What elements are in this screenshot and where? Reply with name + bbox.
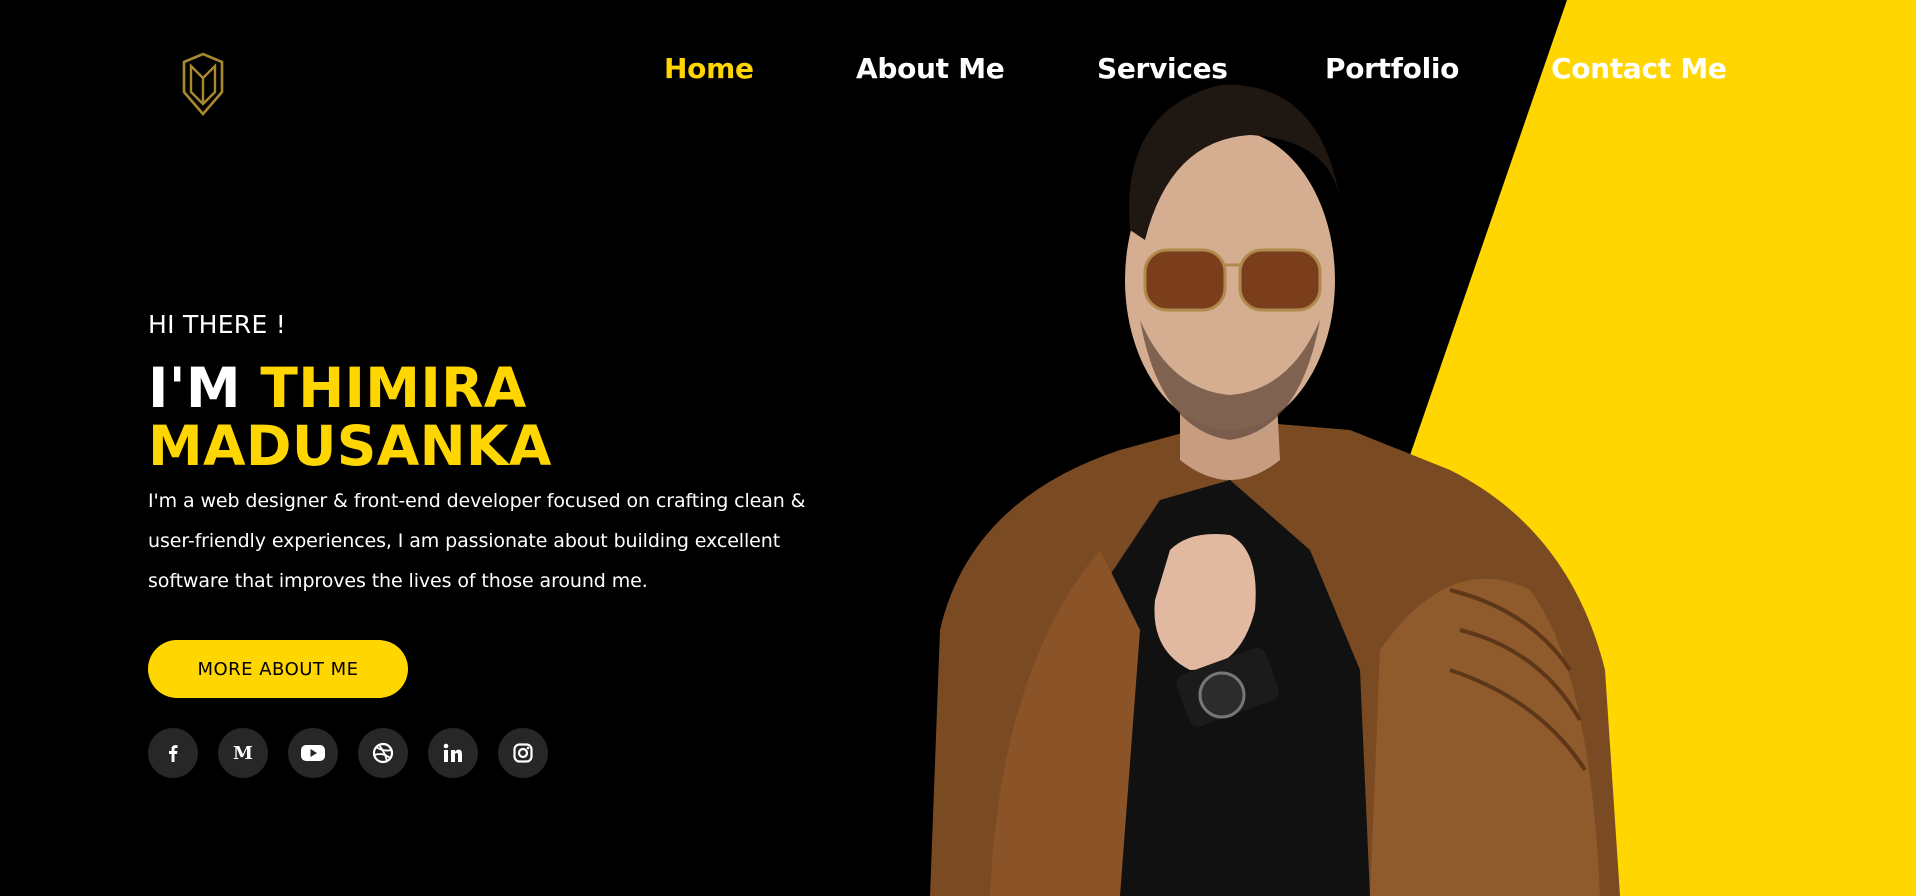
hero-description: I'm a web designer & front-end developer…	[148, 490, 806, 592]
social-links: M	[148, 728, 548, 778]
linkedin-link[interactable]	[428, 728, 478, 778]
more-about-me-button[interactable]: MORE ABOUT ME	[148, 640, 408, 698]
facebook-link[interactable]	[148, 728, 198, 778]
medium-link[interactable]: M	[218, 728, 268, 778]
svg-text:M: M	[233, 743, 253, 763]
nav-contact-me[interactable]: Contact Me	[1551, 52, 1727, 85]
hero-section: HI THERE ! I'M THIMIRA MADUSANKA I'm a w…	[148, 310, 805, 601]
youtube-link[interactable]	[288, 728, 338, 778]
facebook-icon	[169, 745, 178, 762]
nav-services[interactable]: Services	[1097, 52, 1228, 85]
linkedin-icon	[443, 743, 462, 762]
dribbble-link[interactable]	[358, 728, 408, 778]
portrait-image	[930, 84, 1620, 896]
nav-home[interactable]: Home	[664, 52, 754, 85]
monogram-logo-icon[interactable]	[178, 52, 228, 116]
dribbble-icon	[372, 742, 394, 764]
instagram-icon	[513, 743, 533, 763]
medium-icon: M	[233, 743, 253, 763]
youtube-icon	[301, 745, 325, 761]
hero-name-prefix: I'M	[148, 356, 261, 420]
nav-portfolio[interactable]: Portfolio	[1325, 52, 1459, 85]
hero-name: I'M THIMIRA MADUSANKA	[148, 359, 798, 475]
nav-about-me[interactable]: About Me	[856, 52, 1005, 85]
hero-greeting: HI THERE !	[148, 310, 287, 339]
instagram-link[interactable]	[498, 728, 548, 778]
